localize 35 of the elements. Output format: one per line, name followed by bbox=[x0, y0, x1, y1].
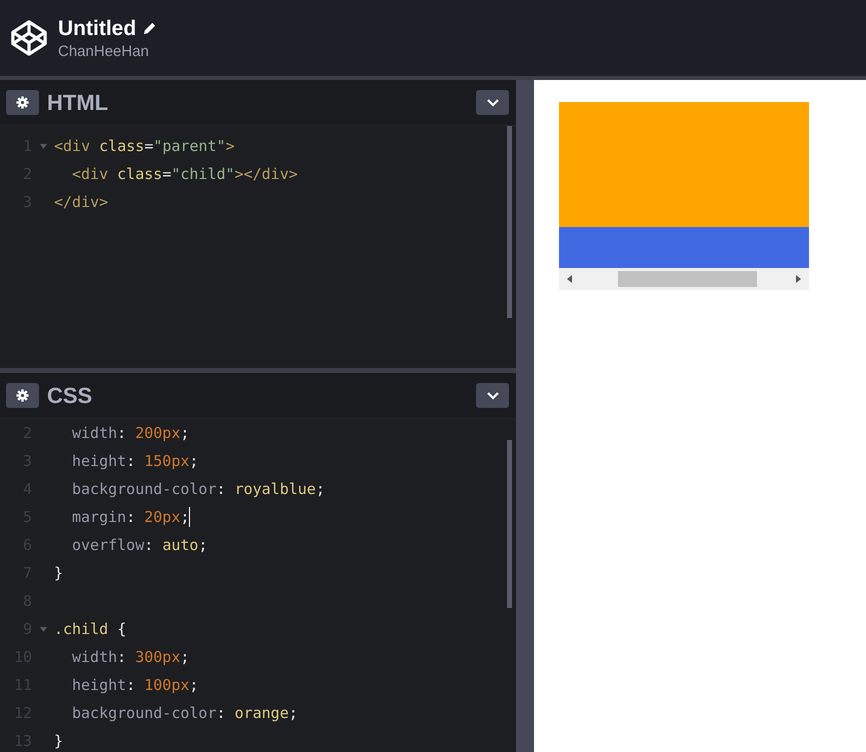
gear-icon bbox=[16, 389, 29, 402]
code-line: background-color: royalblue; bbox=[72, 480, 325, 498]
settings-button[interactable] bbox=[6, 383, 39, 408]
pen-title: Untitled bbox=[58, 16, 136, 40]
code-line: height: 150px; bbox=[72, 452, 198, 470]
code-line: height: 100px; bbox=[72, 676, 198, 694]
settings-button[interactable] bbox=[6, 90, 39, 115]
horizontal-scrollbar[interactable] bbox=[559, 268, 809, 290]
right-arrow-icon[interactable] bbox=[796, 275, 801, 283]
code-line: <div class="parent"> bbox=[54, 137, 235, 155]
dropdown-button[interactable] bbox=[476, 90, 509, 115]
chevron-down-icon bbox=[486, 390, 500, 400]
text-cursor bbox=[189, 507, 190, 527]
code-line: overflow: auto; bbox=[72, 536, 208, 554]
chevron-down-icon bbox=[486, 98, 500, 108]
scrollbar[interactable] bbox=[507, 126, 512, 318]
code-line: width: 200px; bbox=[72, 424, 190, 442]
editor-title: CSS bbox=[47, 382, 94, 408]
editor-title: HTML bbox=[47, 90, 110, 116]
scrollbar[interactable] bbox=[507, 440, 512, 608]
code-line: margin: 20px; bbox=[72, 508, 190, 526]
author-name: ChanHeeHan bbox=[58, 42, 150, 60]
code-line: } bbox=[54, 564, 64, 582]
code-line: </div> bbox=[54, 193, 108, 211]
code-line: <div class="child"></div> bbox=[72, 165, 298, 183]
left-arrow-icon[interactable] bbox=[567, 275, 572, 283]
code-line: } bbox=[54, 732, 64, 750]
resize-handle[interactable] bbox=[516, 80, 534, 752]
code-line: width: 300px; bbox=[72, 648, 190, 666]
pencil-icon[interactable] bbox=[142, 21, 158, 36]
dropdown-button[interactable] bbox=[476, 383, 509, 408]
gear-icon bbox=[16, 96, 29, 109]
code-line: .child { bbox=[54, 620, 126, 638]
code-line: background-color: orange; bbox=[72, 704, 298, 722]
cube-logo-icon bbox=[10, 19, 48, 57]
